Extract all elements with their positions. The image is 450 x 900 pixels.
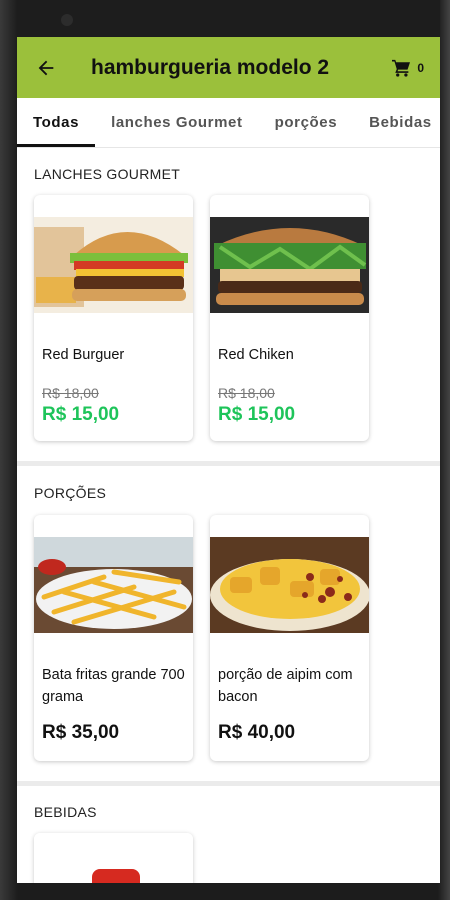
section-divider	[17, 781, 440, 786]
front-camera	[61, 14, 73, 26]
product-old-price: R$ 18,00	[42, 385, 99, 401]
tab-porcoes[interactable]: porções	[259, 98, 354, 147]
cart-count-badge: 0	[417, 60, 424, 75]
product-name: porção de aipim com bacon	[218, 667, 353, 705]
product-price: R$ 15,00	[42, 404, 120, 425]
product-old-price: R$ 18,00	[218, 385, 275, 401]
tab-bebidas[interactable]: Bebidas	[353, 98, 440, 147]
product-card-batata-fritas[interactable]: Bata fritas grande 700 grama R$ 35,00	[34, 515, 193, 761]
burger-photo	[34, 217, 193, 313]
product-price: R$ 40,00	[218, 722, 296, 743]
product-name: Red Burguer	[42, 347, 125, 363]
product-card-red-burguer[interactable]: Red Burguer R$ 18,00 R$ 15,00	[34, 195, 193, 441]
status-bar	[17, 0, 440, 37]
tab-lanches-gourmet[interactable]: lanches Gourmet	[95, 98, 259, 147]
phone-edge	[0, 0, 18, 900]
category-tabs: Todas lanches Gourmet porções Bebidas	[17, 98, 440, 148]
aipim-bacon-photo	[210, 537, 369, 633]
arrow-left-icon	[38, 60, 54, 75]
back-button[interactable]	[17, 37, 75, 98]
product-price: R$ 35,00	[42, 722, 120, 743]
app-screen: hamburgueria modelo 2 0 Todas lanches Go…	[17, 0, 440, 883]
product-name: Red Chiken	[218, 347, 294, 363]
cart-button[interactable]: 0	[391, 59, 440, 77]
product-price: R$ 15,00	[218, 404, 296, 425]
app-bar: hamburgueria modelo 2 0	[17, 37, 440, 98]
section-title-porcoes: PORÇÕES	[34, 485, 107, 501]
shopping-cart-icon	[392, 59, 411, 77]
page-title: hamburgueria modelo 2	[91, 55, 330, 79]
product-card-bebida[interactable]	[34, 833, 193, 883]
section-title-bebidas: BEBIDAS	[34, 804, 97, 820]
section-title-lanches-gourmet: LANCHES GOURMET	[34, 166, 181, 182]
section-divider	[17, 461, 440, 466]
product-card-porcao-aipim-bacon[interactable]: porção de aipim com bacon R$ 40,00	[210, 515, 369, 761]
tab-todas[interactable]: Todas	[17, 98, 96, 147]
chicken-burger-photo	[210, 217, 369, 313]
product-card-red-chiken[interactable]: Red Chiken R$ 18,00 R$ 15,00	[210, 195, 369, 441]
product-name: Bata fritas grande 700 grama	[42, 667, 185, 705]
soda-can-photo	[34, 833, 193, 883]
fries-photo	[34, 537, 193, 633]
